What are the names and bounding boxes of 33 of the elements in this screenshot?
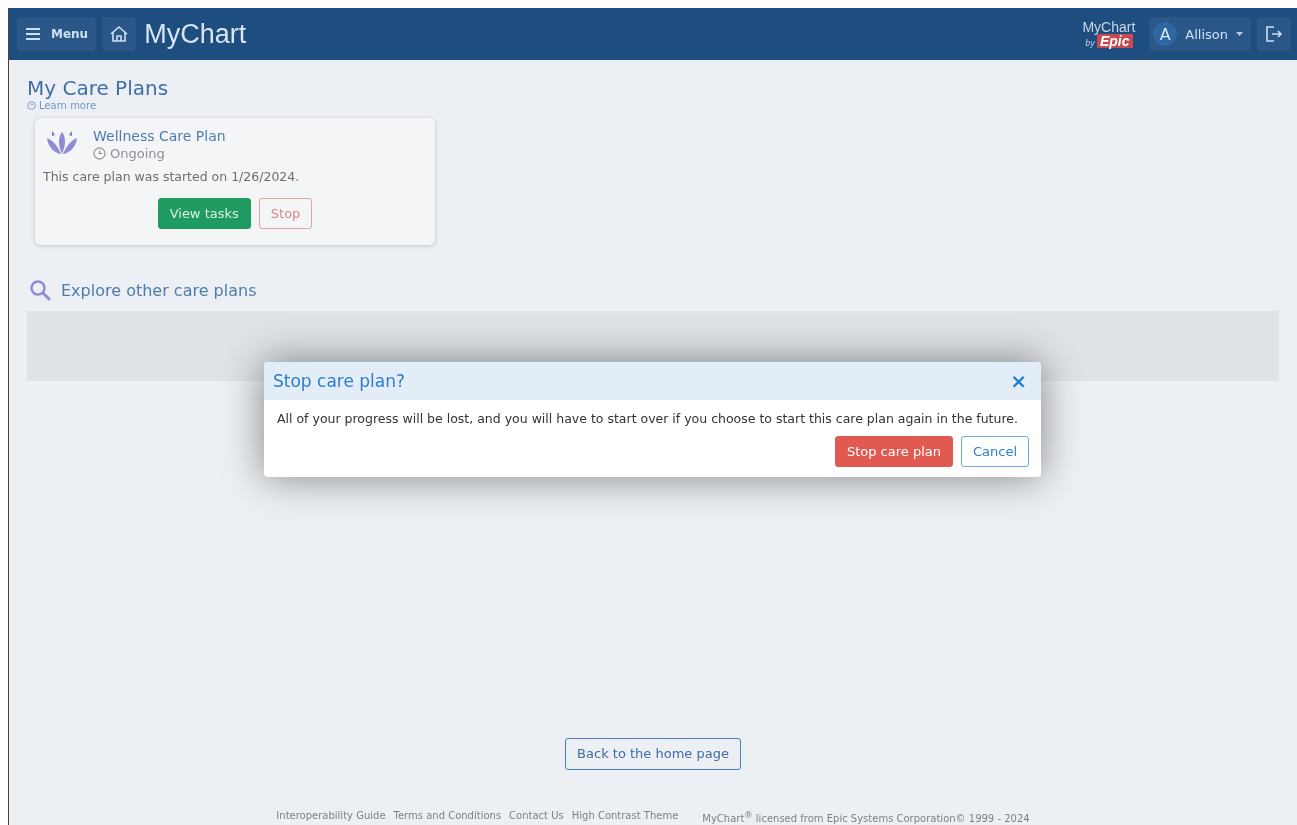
footer-link[interactable]: Interoperability Guide [276, 809, 386, 824]
logout-button[interactable] [1257, 17, 1291, 51]
footer-link[interactable]: High Contrast Theme [571, 809, 679, 824]
dialog-message: All of your progress will be lost, and you will have to start over if you choose to start this care plan again in the future. [277, 411, 1019, 426]
search-icon [29, 279, 51, 301]
help-icon [27, 101, 36, 110]
brand-logo: MyChart by Epic [1082, 20, 1136, 48]
back-home-button[interactable]: Back to the home page [565, 737, 741, 770]
caret-icon [1236, 32, 1243, 36]
card-button[interactable]: View tasks [157, 198, 251, 229]
copyright-text: MyChart$^{®}$ licensed from Epic Systems Corporation© 1999 - 2024 [702, 809, 1030, 824]
page-title: My Care Plans [27, 76, 170, 100]
home-icon [109, 25, 130, 43]
footer-link[interactable]: Contact Us [509, 809, 564, 824]
dialog-button[interactable]: Stop care plan [834, 436, 953, 467]
dialog-title: Stop care plan? [273, 371, 406, 391]
section-heading: Explore other care plans [61, 280, 257, 300]
card-button[interactable]: Stop [258, 198, 313, 229]
status-text: Ongoing [110, 146, 165, 161]
care-plan-link[interactable]: Wellness Care Plan [93, 128, 226, 144]
clock-icon [93, 147, 106, 160]
app-logo[interactable]: MyChart [144, 18, 247, 50]
dialog-button[interactable]: Cancel [960, 436, 1029, 467]
home-button[interactable] [102, 17, 137, 51]
user-menu-button[interactable]: A Allison [1149, 17, 1251, 51]
menu-icon [25, 27, 41, 41]
menu-button[interactable]: Menu [17, 17, 97, 51]
care-plan-description: This care plan was started on 1/26/2024. [43, 169, 301, 184]
logout-icon [1265, 25, 1283, 43]
user-avatar: A [1153, 22, 1178, 46]
learn-more-link[interactable]: Learn more [27, 100, 97, 111]
close-button[interactable]: × [1008, 369, 1029, 393]
footer-link[interactable]: Terms and Conditions [393, 809, 502, 824]
